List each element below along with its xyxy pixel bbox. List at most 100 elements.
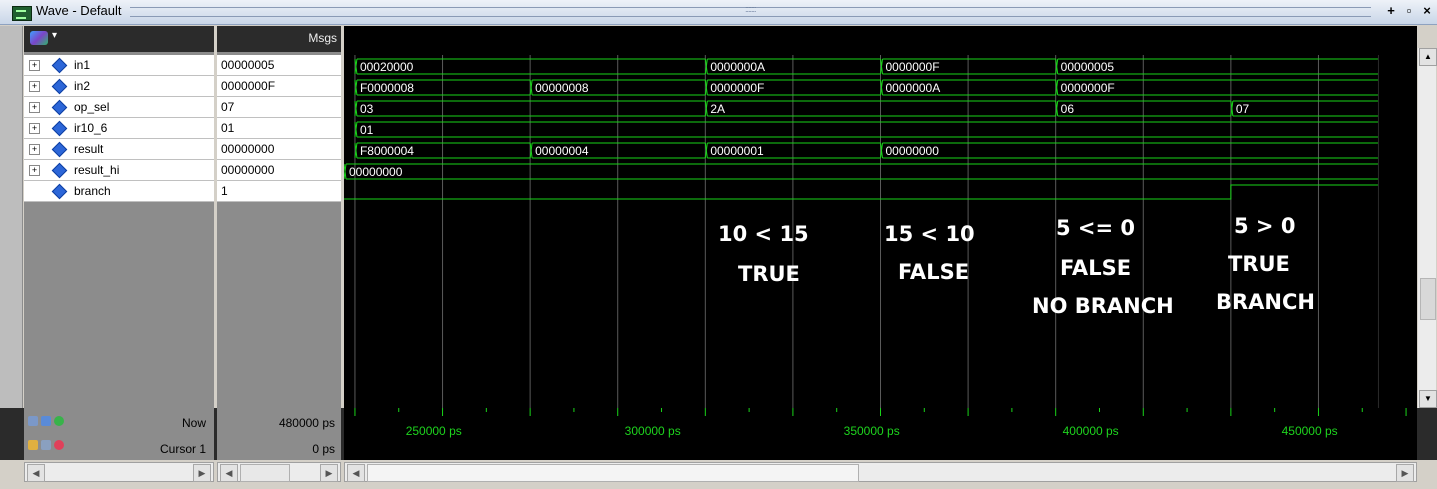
- bus-value-label: 00000001: [710, 144, 764, 158]
- signal-value-row[interactable]: 07: [217, 97, 341, 118]
- signal-value: 00000000: [221, 163, 275, 177]
- signal-name[interactable]: in1: [74, 55, 90, 75]
- now-value: 480000 ps: [278, 416, 335, 430]
- msgs-header: Msgs: [308, 31, 337, 45]
- edit-cursor-icon[interactable]: [41, 440, 51, 450]
- signal-value: 0000000F: [221, 79, 276, 93]
- expand-icon[interactable]: +: [29, 60, 40, 71]
- signal-name-pane: ▾ + in1 + in2 + op_sel + ir10_6 + result + result_h…: [24, 26, 214, 408]
- expand-icon[interactable]: +: [29, 165, 40, 176]
- time-tick-label: 350000 ps: [843, 424, 900, 438]
- now-time-icon[interactable]: [28, 416, 38, 426]
- expand-icon[interactable]: +: [29, 144, 40, 155]
- signal-row[interactable]: branch: [24, 181, 214, 202]
- signal-row[interactable]: + in1: [24, 55, 214, 76]
- bus-value-label: 0000000A: [886, 81, 941, 95]
- scroll-left-icon[interactable]: ◀: [220, 464, 238, 482]
- vertical-scrollbar[interactable]: ▲ ▼: [1418, 48, 1437, 408]
- signal-row[interactable]: + ir10_6: [24, 118, 214, 139]
- signal-row[interactable]: + in2: [24, 76, 214, 97]
- grip-dots: :::::::: [745, 4, 756, 14]
- scroll-left-icon[interactable]: ◀: [27, 464, 45, 482]
- signal-name[interactable]: in2: [74, 76, 90, 96]
- bus-value-label: 00020000: [360, 60, 414, 74]
- branch-waveform: [344, 184, 1379, 200]
- name-pane-header: ▾: [24, 26, 214, 52]
- signal-name[interactable]: ir10_6: [74, 118, 107, 138]
- now-icons[interactable]: [28, 416, 70, 430]
- annotation-4-line-3: BRANCH: [1216, 290, 1315, 314]
- add-wave-icon[interactable]: [41, 416, 51, 426]
- signal-value-row[interactable]: 1: [217, 181, 341, 202]
- toolbox-icon[interactable]: [30, 31, 48, 45]
- annotation-1-line-1: 10 < 15: [718, 222, 809, 246]
- signal-diamond-icon: [51, 120, 68, 137]
- scroll-up-icon[interactable]: ▲: [1419, 48, 1437, 66]
- cursor-value: 0 ps: [312, 442, 335, 456]
- lock-icon[interactable]: [28, 440, 38, 450]
- signal-value: 00000005: [221, 58, 275, 72]
- signal-name-list: + in1 + in2 + op_sel + ir10_6 + result + result_hi b…: [24, 55, 214, 202]
- scroll-thumb[interactable]: [367, 464, 859, 482]
- time-ticks: [354, 408, 1407, 416]
- signal-value: 00000000: [221, 142, 275, 156]
- wave-pane-hscroll[interactable]: ◀ ▶: [344, 462, 1417, 482]
- bus-value-label: 03: [360, 102, 374, 116]
- name-pane-hscroll[interactable]: ◀ ▶: [24, 462, 214, 482]
- delete-cursor-icon[interactable]: [54, 440, 64, 450]
- signal-name[interactable]: result_hi: [74, 160, 119, 180]
- scroll-thumb[interactable]: [1420, 278, 1436, 320]
- footer-values: 480000 ps 0 ps: [217, 408, 341, 460]
- time-tick-label: 250000 ps: [405, 424, 462, 438]
- signal-diamond-icon: [51, 141, 68, 158]
- signal-value-row[interactable]: 00000005: [217, 55, 341, 76]
- signal-name[interactable]: result: [74, 139, 103, 159]
- bus-value-label: 00000004: [535, 144, 589, 158]
- signal-value-row[interactable]: 01: [217, 118, 341, 139]
- scroll-right-icon[interactable]: ▶: [1396, 464, 1414, 482]
- wave-window-icon: [12, 6, 32, 21]
- scroll-right-icon[interactable]: ▶: [320, 464, 338, 482]
- dock-button[interactable]: +: [1383, 3, 1399, 19]
- signal-value-row[interactable]: 0000000F: [217, 76, 341, 97]
- value-pane-hscroll[interactable]: ◀ ▶: [217, 462, 341, 482]
- signal-row[interactable]: + result_hi: [24, 160, 214, 181]
- bus-value-label: 0000000F: [1061, 81, 1115, 95]
- annotation-1: 10 < 15 TRUE: [718, 222, 809, 286]
- signal-value-row[interactable]: 00000000: [217, 160, 341, 181]
- annotation-3-line-3: NO BRANCH: [1032, 294, 1174, 318]
- time-tick-label: 400000 ps: [1062, 424, 1119, 438]
- cursor-label[interactable]: Cursor 1: [160, 442, 206, 456]
- time-axis[interactable]: 250000 ps 300000 ps 350000 ps 400000 ps 4500…: [344, 408, 1417, 460]
- signal-diamond-icon: [51, 162, 68, 179]
- signal-value: 01: [221, 121, 235, 135]
- undock-button[interactable]: ▫: [1401, 3, 1417, 19]
- cursor-icons[interactable]: [28, 440, 70, 454]
- close-button[interactable]: ×: [1419, 3, 1435, 19]
- signal-diamond-icon: [51, 183, 68, 200]
- add-cursor-icon[interactable]: [54, 416, 64, 426]
- chevron-down-icon[interactable]: ▾: [52, 30, 57, 41]
- scroll-right-icon[interactable]: ▶: [193, 464, 211, 482]
- signal-value: 1: [221, 184, 228, 198]
- bus-value-label: 0000000F: [886, 60, 940, 74]
- annotation-4-line-1: 5 > 0: [1234, 214, 1296, 238]
- scroll-down-icon[interactable]: ▼: [1419, 390, 1437, 408]
- signal-name[interactable]: op_sel: [74, 97, 109, 117]
- scroll-left-icon[interactable]: ◀: [347, 464, 365, 482]
- signal-value-pane: Msgs 00000005 0000000F 07 01 00000000 0000000…: [217, 26, 341, 408]
- expand-icon[interactable]: +: [29, 102, 40, 113]
- signal-row[interactable]: + op_sel: [24, 97, 214, 118]
- scroll-thumb[interactable]: [240, 464, 290, 482]
- annotation-3-line-2: FALSE: [1060, 256, 1132, 280]
- expand-icon[interactable]: +: [29, 123, 40, 134]
- value-pane-header: Msgs: [217, 26, 341, 52]
- signal-value-row[interactable]: 00000000: [217, 139, 341, 160]
- signal-value-list: 00000005 0000000F 07 01 00000000 00000000 1: [217, 55, 341, 202]
- left-margin: [0, 26, 23, 408]
- signal-row[interactable]: + result: [24, 139, 214, 160]
- footer-names: Now Cursor 1: [24, 408, 214, 460]
- bus-value-label: F8000004: [360, 144, 414, 158]
- signal-name[interactable]: branch: [74, 181, 111, 201]
- expand-icon[interactable]: +: [29, 81, 40, 92]
